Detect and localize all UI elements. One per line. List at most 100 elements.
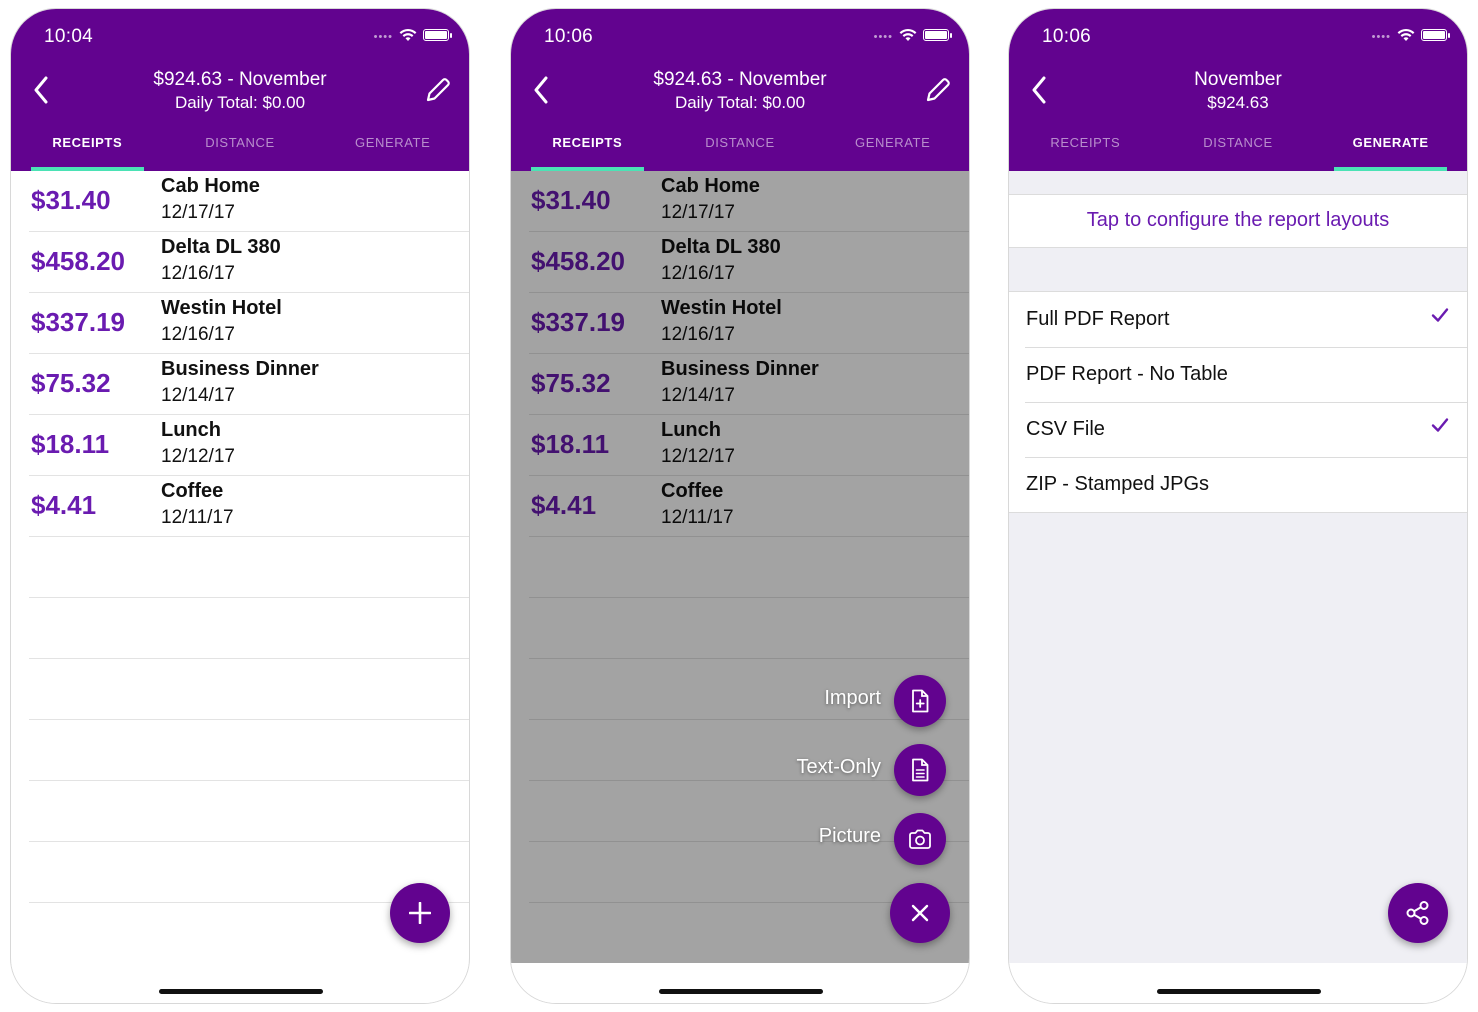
- close-icon: [911, 904, 929, 922]
- signal-icon: ••••: [873, 31, 893, 43]
- empty-row: [29, 720, 469, 781]
- phone-screen-receipts: 10:04 •••• $924.63 - November Daily Tota…: [10, 8, 470, 1004]
- text-only-button[interactable]: [894, 744, 946, 796]
- back-button[interactable]: [1021, 71, 1057, 109]
- receipt-list: $31.40 Cab Home 12/17/17 $458.20 Delta DL 3…: [29, 171, 469, 964]
- edit-button[interactable]: [921, 73, 955, 107]
- file-plus-icon: [912, 689, 929, 713]
- file-text-icon: [912, 758, 929, 782]
- report-option-label: PDF Report - No Table: [1026, 363, 1228, 385]
- tab-receipts[interactable]: RECEIPTS: [511, 127, 664, 171]
- add-receipt-button[interactable]: [390, 883, 450, 943]
- picture-label[interactable]: Picture: [819, 825, 881, 848]
- tab-bar: RECEIPTS DISTANCE GENERATE: [11, 127, 469, 171]
- report-options-list: Full PDF Report PDF Report - No Table CS…: [1009, 291, 1467, 513]
- header-title: $924.63 - November: [653, 69, 827, 90]
- home-indicator[interactable]: [159, 989, 323, 994]
- home-indicator[interactable]: [659, 989, 823, 994]
- receipt-row[interactable]: $31.40 Cab Home 12/17/17: [29, 171, 469, 232]
- import-button[interactable]: [894, 675, 946, 727]
- home-area: [11, 963, 469, 1003]
- app-header: 10:06 •••• November $924.63 RECEIPTS DIS…: [1009, 9, 1467, 171]
- status-icons: ••••: [374, 27, 452, 43]
- report-option[interactable]: CSV File: [1009, 402, 1467, 457]
- wifi-icon: [1397, 28, 1415, 41]
- receipt-row[interactable]: $337.19 Westin Hotel 12/16/17: [29, 293, 469, 354]
- picture-button[interactable]: [894, 813, 946, 865]
- status-time: 10:04: [44, 26, 94, 47]
- camera-icon: [909, 829, 931, 849]
- tab-generate[interactable]: GENERATE: [816, 127, 969, 171]
- receipt-name: Cab Home: [161, 175, 260, 197]
- generate-background: [1009, 171, 1467, 963]
- receipt-price: $18.11: [31, 429, 110, 459]
- plus-icon: [409, 902, 431, 924]
- back-button[interactable]: [523, 71, 559, 109]
- header-title: November: [1194, 69, 1282, 90]
- header-subtitle: $924.63: [1207, 93, 1269, 112]
- empty-row: [29, 659, 469, 720]
- empty-row: [29, 537, 469, 598]
- receipt-name: Delta DL 380: [161, 236, 281, 258]
- edit-button[interactable]: [421, 73, 455, 107]
- text-only-label[interactable]: Text-Only: [797, 756, 881, 779]
- receipt-date: 12/16/17: [161, 263, 235, 284]
- home-area: [511, 963, 969, 1003]
- battery-icon: [1421, 29, 1450, 41]
- report-option[interactable]: ZIP - Stamped JPGs: [1009, 457, 1467, 512]
- tab-receipts[interactable]: RECEIPTS: [11, 127, 164, 171]
- receipt-price: $337.19: [31, 307, 125, 337]
- receipt-price: $4.41: [31, 490, 97, 520]
- checkmark-icon: [1431, 308, 1449, 322]
- empty-row: [29, 781, 469, 842]
- receipt-row[interactable]: $18.11 Lunch 12/12/17: [29, 415, 469, 476]
- battery-icon: [923, 29, 952, 41]
- phone-screen-generate: 10:06 •••• November $924.63 RECEIPTS DIS…: [1008, 8, 1468, 1004]
- chevron-left-icon: [534, 76, 548, 104]
- tab-generate[interactable]: GENERATE: [1314, 127, 1467, 171]
- receipt-row[interactable]: $458.20 Delta DL 380 12/16/17: [29, 232, 469, 293]
- receipt-row[interactable]: $4.41 Coffee 12/11/17: [29, 476, 469, 537]
- import-label[interactable]: Import: [824, 687, 881, 710]
- configure-layouts-button[interactable]: Tap to configure the report layouts: [1009, 194, 1467, 248]
- phone-screen-fab-menu: 10:06 •••• $924.63 - November Daily Tota…: [510, 8, 970, 1004]
- tab-distance[interactable]: DISTANCE: [664, 127, 817, 171]
- receipt-name: Lunch: [161, 419, 221, 441]
- status-icons: ••••: [873, 27, 952, 43]
- status-time: 10:06: [544, 26, 594, 47]
- tab-bar: RECEIPTS DISTANCE GENERATE: [1009, 127, 1467, 171]
- chevron-left-icon: [34, 76, 48, 104]
- report-option[interactable]: Full PDF Report: [1009, 292, 1467, 347]
- back-button[interactable]: [23, 71, 59, 109]
- header-title: $924.63 - November: [153, 69, 327, 90]
- home-indicator[interactable]: [1157, 989, 1321, 994]
- tab-receipts[interactable]: RECEIPTS: [1009, 127, 1162, 171]
- home-area: [1009, 963, 1467, 1003]
- report-option-label: Full PDF Report: [1026, 308, 1170, 330]
- receipt-date: 12/17/17: [161, 202, 235, 223]
- empty-row: [29, 598, 469, 659]
- battery-icon: [423, 29, 452, 41]
- report-option-label: CSV File: [1026, 418, 1105, 440]
- signal-icon: ••••: [1371, 31, 1391, 43]
- tab-distance[interactable]: DISTANCE: [164, 127, 317, 171]
- tab-bar: RECEIPTS DISTANCE GENERATE: [511, 127, 969, 171]
- receipt-date: 12/11/17: [161, 507, 234, 528]
- status-time: 10:06: [1042, 26, 1092, 47]
- tab-distance[interactable]: DISTANCE: [1162, 127, 1315, 171]
- chevron-left-icon: [1032, 76, 1046, 104]
- receipt-row[interactable]: $75.32 Business Dinner 12/14/17: [29, 354, 469, 415]
- report-option[interactable]: PDF Report - No Table: [1009, 347, 1467, 402]
- receipt-name: Business Dinner: [161, 358, 319, 380]
- receipt-price: $75.32: [31, 368, 111, 398]
- receipt-name: Westin Hotel: [161, 297, 282, 319]
- wifi-icon: [399, 28, 417, 41]
- share-button[interactable]: [1388, 883, 1448, 943]
- app-header: 10:04 •••• $924.63 - November Daily Tota…: [11, 9, 469, 171]
- close-menu-button[interactable]: [890, 883, 950, 943]
- receipt-date: 12/12/17: [161, 446, 235, 467]
- report-option-label: ZIP - Stamped JPGs: [1026, 473, 1210, 495]
- header-subtitle: Daily Total: $0.00: [174, 93, 306, 112]
- receipt-date: 12/14/17: [161, 385, 235, 406]
- tab-generate[interactable]: GENERATE: [316, 127, 469, 171]
